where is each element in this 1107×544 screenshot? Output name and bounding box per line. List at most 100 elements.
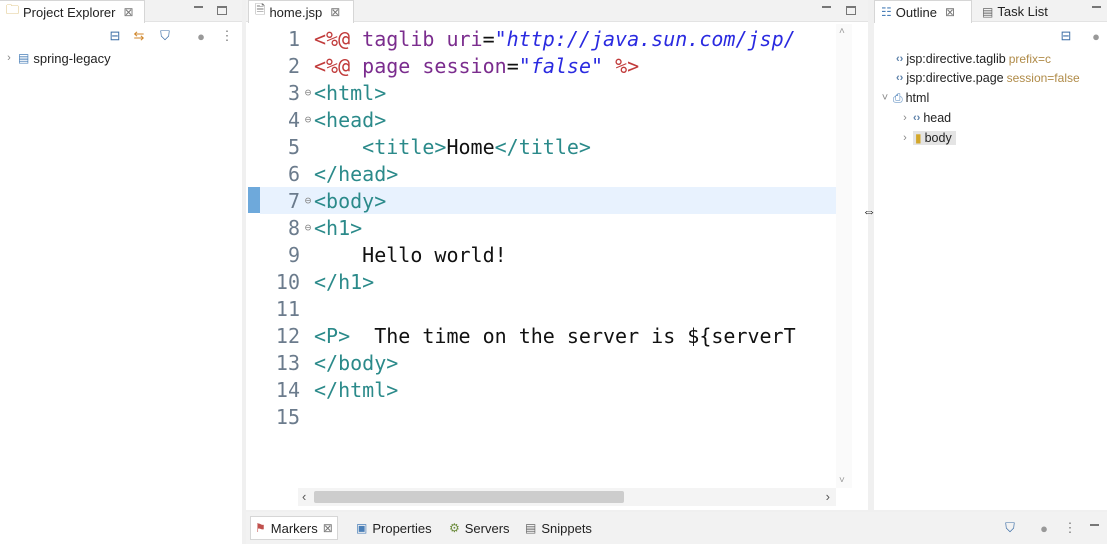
tab-outline[interactable]: ☷ Outline ⊠ [874, 0, 972, 23]
filter-icon[interactable]: ⛉ [157, 28, 173, 44]
tab-snippets[interactable]: ▤ Snippets [525, 516, 592, 540]
project-explorer-tabbar: 🗀 Project Explorer ⊠ [0, 0, 242, 23]
jsp-file-icon: 🗎 [255, 2, 266, 17]
outline-item-taglib[interactable]: ‹› jsp:directive.taglib prefix=c [896, 50, 1051, 68]
tab-properties[interactable]: ▣ Properties [356, 516, 432, 540]
minimize-icon [193, 6, 203, 8]
view-options-icon[interactable]: ● [193, 28, 209, 44]
outline-item-html[interactable]: ˅ ⎙ html [880, 89, 929, 107]
code-line[interactable]: 1 <%@ taglib uri="http://java.sun.com/jsp… [260, 25, 850, 52]
close-icon[interactable]: ⊠ [124, 5, 134, 19]
tab-label: Task List [997, 4, 1048, 19]
close-icon[interactable]: ⊠ [323, 521, 333, 535]
maximize-button[interactable] [214, 2, 230, 18]
editor-tabbar: 🗎 home.jsp ⊠ [246, 0, 868, 23]
line-number: 8 [287, 215, 300, 240]
code-token: The time on the server is ${serverT [350, 323, 796, 348]
chevron-down-icon[interactable]: ˅ [880, 92, 890, 104]
chevron-right-icon[interactable]: › [4, 52, 14, 64]
outline-item-detail: prefix=c [1008, 52, 1052, 66]
view-menu-icon[interactable]: ⋮ [1062, 520, 1078, 536]
code-editor[interactable]: 1 <%@ taglib uri="http://java.sun.com/jsp… [260, 24, 850, 488]
code-line[interactable]: 11 [260, 295, 850, 322]
code-text: <h1> [314, 216, 362, 240]
collapse-all-icon[interactable]: ⊟ [107, 28, 123, 44]
chevron-right-icon[interactable]: › [900, 112, 910, 124]
code-text: </head> [314, 162, 398, 186]
code-line[interactable]: 3 ⊖ <html> [260, 79, 850, 106]
maximize-button[interactable] [843, 2, 859, 18]
minimize-button[interactable] [1086, 520, 1102, 536]
line-number: 2 [287, 53, 300, 78]
filter-icon[interactable]: ⛉ [1002, 520, 1018, 536]
code-line[interactable]: 4 ⊖ <head> [260, 106, 850, 133]
code-token: <head> [314, 107, 387, 132]
link-with-editor-icon[interactable]: ⇆ [131, 28, 147, 44]
scroll-right-icon[interactable]: › [826, 489, 830, 504]
scroll-left-icon[interactable]: ‹ [302, 489, 306, 504]
line-number: 12 [275, 323, 300, 348]
code-token: <%@ [314, 53, 363, 78]
scroll-up-icon[interactable]: ˄ [839, 26, 845, 37]
code-line[interactable]: 6 </head> [260, 160, 850, 187]
code-token: <%@ [314, 26, 363, 51]
horizontal-scrollbar[interactable]: ‹ › [298, 488, 836, 506]
code-token: </title> [494, 134, 591, 159]
code-text: Hello world! [314, 243, 507, 267]
code-line[interactable]: 10 </h1> [260, 268, 850, 295]
fold-toggle-icon[interactable]: ⊖ [302, 113, 314, 126]
fold-toggle-icon[interactable]: ⊖ [302, 194, 314, 207]
view-menu-icon[interactable]: ⋮ [219, 28, 235, 44]
code-line[interactable]: 14 </html> [260, 376, 850, 403]
code-line[interactable]: 13 </body> [260, 349, 850, 376]
close-icon[interactable]: ⊠ [330, 5, 340, 19]
outline-icon: ☷ [881, 5, 892, 19]
tab-home-jsp[interactable]: 🗎 home.jsp ⊠ [248, 0, 354, 23]
code-text: <title>Home</title> [314, 135, 591, 159]
outline-item-head[interactable]: › ‹› head [900, 109, 951, 127]
tab-project-explorer[interactable]: 🗀 Project Explorer ⊠ [0, 0, 145, 23]
view-options-icon[interactable]: ● [1088, 28, 1104, 44]
directive-icon: ‹› [896, 53, 904, 65]
code-line[interactable]: 12 <P> The time on the server is ${server… [260, 322, 850, 349]
minimize-button[interactable] [190, 2, 206, 18]
code-token: </html> [314, 377, 399, 402]
fold-toggle-icon[interactable]: ⊖ [302, 221, 314, 234]
code-token: session [422, 53, 507, 78]
outline-item-body[interactable]: › ▮ body [900, 129, 956, 147]
outline-item-page[interactable]: ‹› jsp:directive.page session=false [896, 69, 1080, 87]
vertical-scrollbar[interactable]: ˄ ˅ [836, 24, 852, 488]
line-number: 14 [275, 377, 300, 402]
body-element-icon: ▮ [915, 131, 922, 145]
close-icon[interactable]: ⊠ [945, 5, 955, 19]
minimize-button[interactable] [1088, 2, 1104, 18]
code-line[interactable]: 7 ⊖ <body> [260, 187, 850, 214]
outline-item-label: jsp:directive.page [906, 71, 1004, 85]
code-line[interactable]: 5 <title>Home</title> [260, 133, 850, 160]
code-line[interactable]: 2 <%@ page session="false" %> [260, 52, 850, 79]
code-line[interactable]: 8 ⊖ <h1> [260, 214, 850, 241]
chevron-right-icon[interactable]: › [900, 132, 910, 144]
code-line[interactable]: 9 Hello world! [260, 241, 850, 268]
scroll-down-icon[interactable]: ˅ [839, 475, 845, 486]
view-options-icon[interactable]: ● [1036, 520, 1052, 536]
fold-toggle-icon[interactable]: ⊖ [302, 86, 314, 99]
task-list-icon: ▤ [982, 4, 994, 19]
code-line[interactable]: 15 [260, 403, 850, 430]
line-number: 1 [287, 26, 300, 51]
code-token: </h1> [314, 269, 375, 294]
tab-servers[interactable]: ⚙ Servers [449, 516, 510, 540]
minimize-button[interactable] [818, 2, 834, 18]
current-line-marker [248, 187, 260, 213]
horizontal-scroll-thumb[interactable] [314, 491, 624, 503]
properties-icon: ▣ [356, 521, 368, 535]
outline-item-label: head [923, 111, 952, 125]
collapse-all-icon[interactable]: ⊟ [1058, 28, 1074, 44]
tree-item-spring-legacy[interactable]: › ▤ spring-legacy [4, 49, 111, 67]
tab-task-list[interactable]: ▤ Task List [976, 0, 1054, 23]
line-number: 11 [275, 296, 300, 321]
markers-icon: ⚑ [255, 521, 266, 535]
code-token: Home [446, 134, 495, 159]
line-number: 3 [287, 80, 300, 105]
tab-markers[interactable]: ⚑ Markers ⊠ [250, 516, 338, 540]
